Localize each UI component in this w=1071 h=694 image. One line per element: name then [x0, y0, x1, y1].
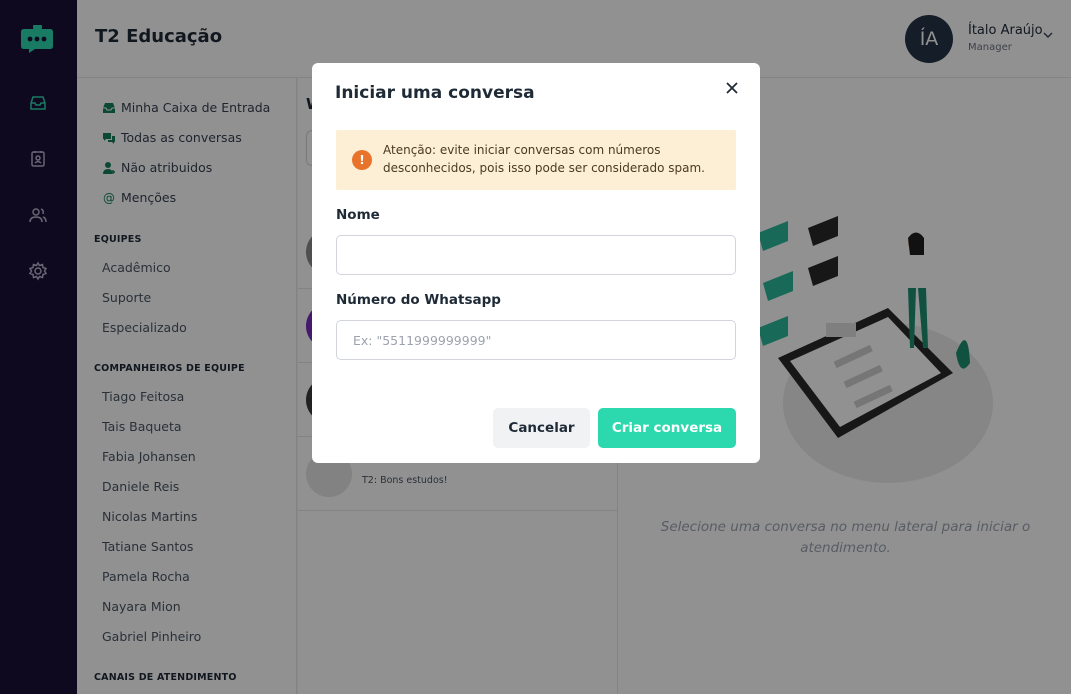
whatsapp-number-field[interactable]	[336, 320, 736, 360]
cancel-button[interactable]: Cancelar	[493, 408, 590, 448]
name-field[interactable]	[336, 235, 736, 275]
dialog-title: Iniciar uma conversa	[335, 83, 535, 103]
warning-icon: !	[352, 150, 372, 170]
warning-text: Atenção: evite iniciar conversas com núm…	[383, 143, 705, 175]
create-conversation-button[interactable]: Criar conversa	[598, 408, 736, 448]
phone-label: Número do Whatsapp	[336, 292, 501, 308]
new-conversation-dialog: Iniciar uma conversa ! Atenção: evite in…	[312, 63, 760, 463]
close-icon[interactable]	[722, 78, 742, 98]
name-label: Nome	[336, 207, 380, 223]
spam-warning: ! Atenção: evite iniciar conversas com n…	[336, 130, 736, 190]
